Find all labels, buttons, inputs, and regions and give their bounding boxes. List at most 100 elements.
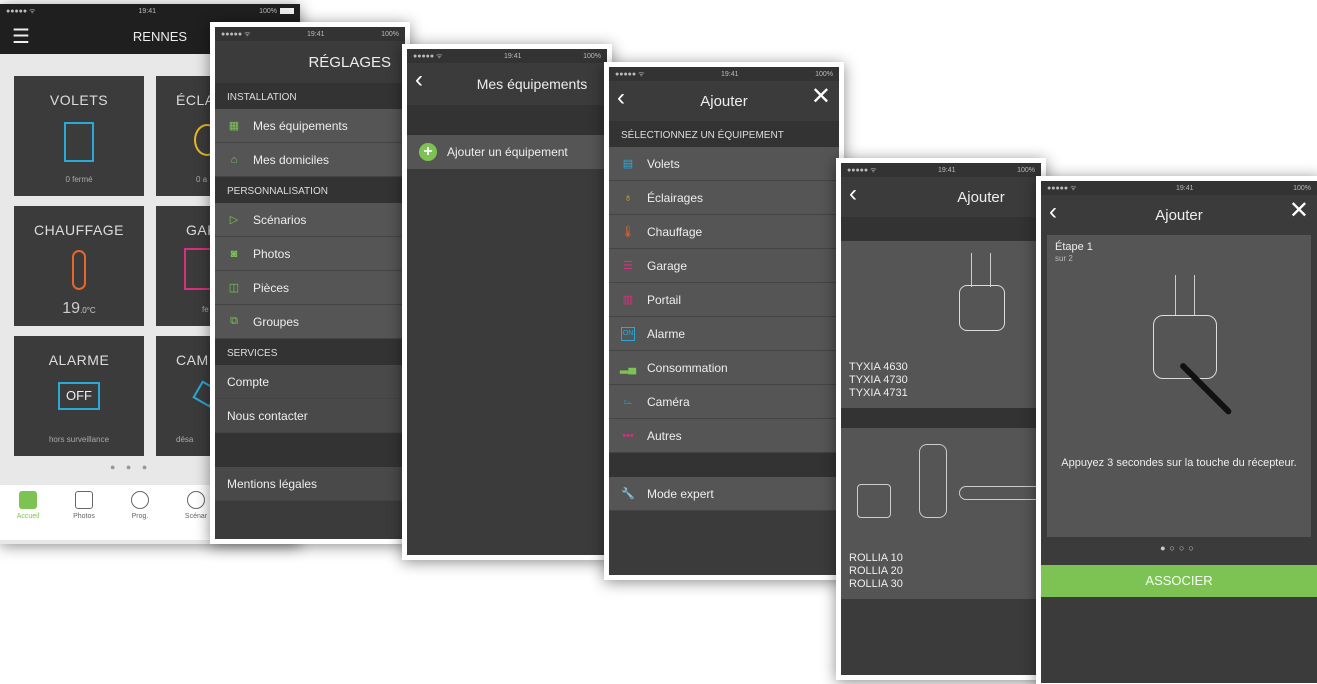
row-label: Mes domiciles [253, 152, 330, 167]
group-icon: ⧉ [230, 315, 238, 327]
device-garage[interactable]: ☰ Garage [609, 249, 839, 283]
menu-mes-equipements[interactable]: ▦ Mes équipements [215, 109, 405, 143]
tab-photos[interactable]: Photos [56, 485, 112, 540]
signal-indicator: ●●●●● ᯤ [221, 30, 251, 38]
tile-status: hors surveillance [48, 435, 110, 444]
tile-chauffage[interactable]: CHAUFFAGE 19.0°C [14, 206, 144, 326]
page-title: Ajouter [957, 188, 1005, 206]
add-device-model-screen: ●●●●● ᯤ 19:41 100% ‹ Ajouter TYXIA 4630 TYX… [836, 158, 1046, 680]
device-alarme[interactable]: ON Alarme [609, 317, 839, 351]
wall-switch-icon [857, 484, 891, 518]
tile-volets[interactable]: VOLETS 0 fermé [14, 76, 144, 196]
status-time: 19:41 [138, 7, 157, 15]
row-label: Garage [647, 258, 688, 273]
add-device-button[interactable]: + Ajouter un équipement [407, 135, 607, 169]
status-time: 19:41 [1176, 184, 1194, 192]
tile-title: VOLETS [49, 92, 109, 108]
close-icon[interactable]: ✕ [811, 85, 831, 109]
shutter-icon [64, 122, 94, 162]
battery-icon [279, 7, 294, 14]
thermometer-icon [72, 250, 86, 290]
devices-icon: ▦ [228, 120, 240, 132]
device-portail[interactable]: ▥ Portail [609, 283, 839, 317]
row-label: Scénarios [253, 212, 307, 227]
menu-pieces[interactable]: ◫ Pièces [215, 271, 405, 305]
row-label: Éclairages [647, 190, 704, 205]
tab-prog[interactable]: Prog. [112, 485, 168, 540]
menu-photos[interactable]: ◙ Photos [215, 237, 405, 271]
rollia-illustration[interactable] [841, 428, 1041, 546]
wires-icon [971, 253, 991, 287]
tile-alarme[interactable]: ALARME OFF hors surveillance [14, 336, 144, 456]
device-volets[interactable]: ▤ Volets [609, 147, 839, 181]
device-eclairages[interactable]: ♁ Éclairages [609, 181, 839, 215]
consumption-icon: ▂▄ [619, 362, 637, 374]
alarm-icon: ON [621, 326, 635, 341]
device-consommation[interactable]: ▂▄ Consommation [609, 351, 839, 385]
tab-label: Scénar [184, 513, 208, 520]
back-chevron-icon[interactable]: ‹ [415, 68, 423, 92]
model-name: ROLLIA 10 [849, 552, 903, 564]
device-camera[interactable]: ⌳ Caméra [609, 385, 839, 419]
row-label: Caméra [647, 394, 690, 409]
my-devices-screen: ●●●●● ᯤ 19:41 100% ‹ Mes équipements + Ajou… [402, 44, 612, 560]
row-label: Pièces [253, 280, 290, 295]
close-icon[interactable]: ✕ [1289, 199, 1309, 223]
row-label: Mes équipements [253, 118, 348, 133]
menu-groupes[interactable]: ⧉ Groupes [215, 305, 405, 339]
temperature-value: 19 [62, 300, 81, 317]
associer-button[interactable]: ASSOCIER [1041, 565, 1317, 597]
row-label: Chauffage [647, 224, 703, 239]
menu-scenarios[interactable]: ▷ Scénarios [215, 203, 405, 237]
step-sub-label: sur 2 [1055, 254, 1073, 263]
status-time: 19:41 [721, 70, 739, 78]
menu-nous-contacter[interactable]: Nous contacter [215, 399, 405, 433]
cable-icon [959, 486, 1041, 500]
battery-level: 100% [381, 30, 399, 38]
tab-accueil[interactable]: Accueil [0, 485, 56, 540]
device-autres[interactable]: ••• Autres [609, 419, 839, 453]
row-label: Autres [647, 428, 682, 443]
section-select-device: SÉLECTIONNEZ UN ÉQUIPEMENT [609, 121, 839, 147]
row-label: Consommation [647, 360, 728, 375]
settings-screen: ●●●●● ᯤ 19:41 100% RÉGLAGES INSTALLATION ▦… [210, 22, 410, 544]
row-label: Photos [253, 246, 291, 261]
menu-mes-domiciles[interactable]: ⌂ Mes domiciles [215, 143, 405, 177]
status-time: 19:41 [307, 30, 325, 38]
back-chevron-icon[interactable]: ‹ [1049, 200, 1057, 224]
tyxia-models[interactable]: TYXIA 4630 TYXIA 4730 TYXIA 4731 [841, 359, 1041, 408]
home-grid-icon [19, 491, 37, 509]
menu-icon[interactable]: ☰ [12, 24, 30, 49]
page-title: Ajouter [1155, 206, 1203, 224]
row-label: Mentions légales [227, 476, 318, 491]
back-chevron-icon[interactable]: ‹ [849, 182, 857, 206]
battery-level: 100% [583, 52, 601, 60]
play-icon [187, 491, 205, 509]
row-label: Nous contacter [227, 408, 308, 423]
pairing-step-screen: ●●●●● ᯤ 19:41 100% ‹ Ajouter ✕ Étape 1 sur 2… [1036, 176, 1317, 684]
tab-label: Accueil [16, 513, 40, 520]
model-name: TYXIA 4730 [849, 374, 908, 386]
back-chevron-icon[interactable]: ‹ [617, 86, 625, 110]
section-services: SERVICES [215, 339, 405, 365]
device-chauffage[interactable]: 🌡 Chauffage [609, 215, 839, 249]
model-name: ROLLIA 20 [849, 565, 903, 577]
clock-icon [131, 491, 149, 509]
rollia-models[interactable]: ROLLIA 10 ROLLIA 20 ROLLIA 30 [841, 546, 1041, 599]
step-panel: Étape 1 sur 2 Appuyez 3 secondes sur la … [1047, 235, 1311, 537]
remote-icon [919, 444, 947, 518]
page-title: RENNES [132, 28, 188, 44]
camera-icon: ⌳ [623, 395, 633, 407]
alarm-off-badge: OFF [58, 382, 100, 410]
menu-compte[interactable]: Compte [215, 365, 405, 399]
mode-expert-button[interactable]: 🔧 Mode expert [609, 477, 839, 511]
menu-mentions-legales[interactable]: Mentions légales [215, 467, 405, 501]
house-icon: ⌂ [230, 153, 238, 166]
section-personnalisation: PERSONNALISATION [215, 177, 405, 203]
battery-level: 100% [259, 7, 277, 15]
tyxia-illustration[interactable] [841, 241, 1041, 359]
step-indicator: ●○○○ [1160, 543, 1198, 553]
signal-indicator: ●●●●● ᯤ [413, 52, 443, 60]
step-label: Étape 1 [1055, 241, 1093, 253]
play-icon: ▷ [229, 214, 239, 226]
